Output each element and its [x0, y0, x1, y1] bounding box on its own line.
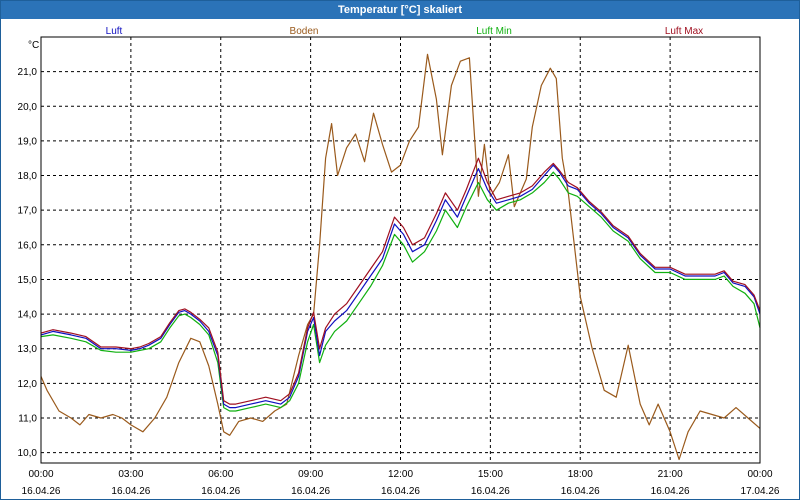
x-tick-time: 00:00	[28, 469, 53, 480]
y-tick-label: 20,0	[18, 102, 38, 113]
y-tick-label: 17,0	[18, 206, 38, 217]
y-tick-label: 21,0	[18, 67, 38, 78]
x-tick-date: 16.04.26	[22, 486, 61, 497]
x-tick-date: 16.04.26	[651, 486, 690, 497]
x-tick-time: 15:00	[478, 469, 503, 480]
x-tick-time: 18:00	[568, 469, 593, 480]
legend-item: Luft Max	[665, 26, 703, 37]
legend-item: Boden	[290, 26, 319, 37]
x-tick-time: 00:00	[747, 469, 772, 480]
y-tick-label: 14,0	[18, 310, 38, 321]
legend-item: Luft	[106, 26, 123, 37]
legend: Luft Boden Luft Min Luft Max	[106, 26, 704, 37]
y-tick-label: 11,0	[18, 413, 37, 424]
chart-title: Temperatur [°C] skaliert	[337, 4, 462, 16]
x-tick-date: 16.04.26	[201, 486, 240, 497]
grid	[41, 37, 760, 463]
y-axis-label: °C	[28, 40, 39, 51]
legend-item: Luft Min	[476, 26, 512, 37]
x-tick-date: 17.04.26	[741, 486, 780, 497]
chart-window: Temperatur [°C] skaliert °C Luft Boden Luf…	[0, 0, 800, 500]
y-tick-label: 10,0	[18, 448, 38, 459]
y-tick-label: 12,0	[18, 379, 38, 390]
x-tick-time: 06:00	[208, 469, 233, 480]
y-tick-label: 16,0	[18, 240, 38, 251]
y-tick-label: 13,0	[18, 344, 38, 355]
x-tick-date: 16.04.26	[561, 486, 600, 497]
x-tick-date: 16.04.26	[381, 486, 420, 497]
x-tick-date: 16.04.26	[111, 486, 150, 497]
x-tick-time: 21:00	[658, 469, 683, 480]
x-tick-time: 09:00	[298, 469, 323, 480]
tick-labels: 10,0 11,0 12,0 13,0 14,0 15,0 16,0 17,0 18,0 19,0…	[18, 67, 780, 497]
y-tick-label: 19,0	[18, 136, 38, 147]
y-tick-label: 18,0	[18, 171, 38, 182]
title-bar: Temperatur [°C] skaliert	[1, 1, 799, 19]
x-tick-time: 12:00	[388, 469, 413, 480]
x-tick-date: 16.04.26	[291, 486, 330, 497]
x-tick-time: 03:00	[118, 469, 143, 480]
x-tick-date: 16.04.26	[471, 486, 510, 497]
y-tick-label: 15,0	[18, 275, 38, 286]
chart-area: °C Luft Boden Luft Min Luft Max 10,0 11,0 12,…	[18, 26, 780, 497]
